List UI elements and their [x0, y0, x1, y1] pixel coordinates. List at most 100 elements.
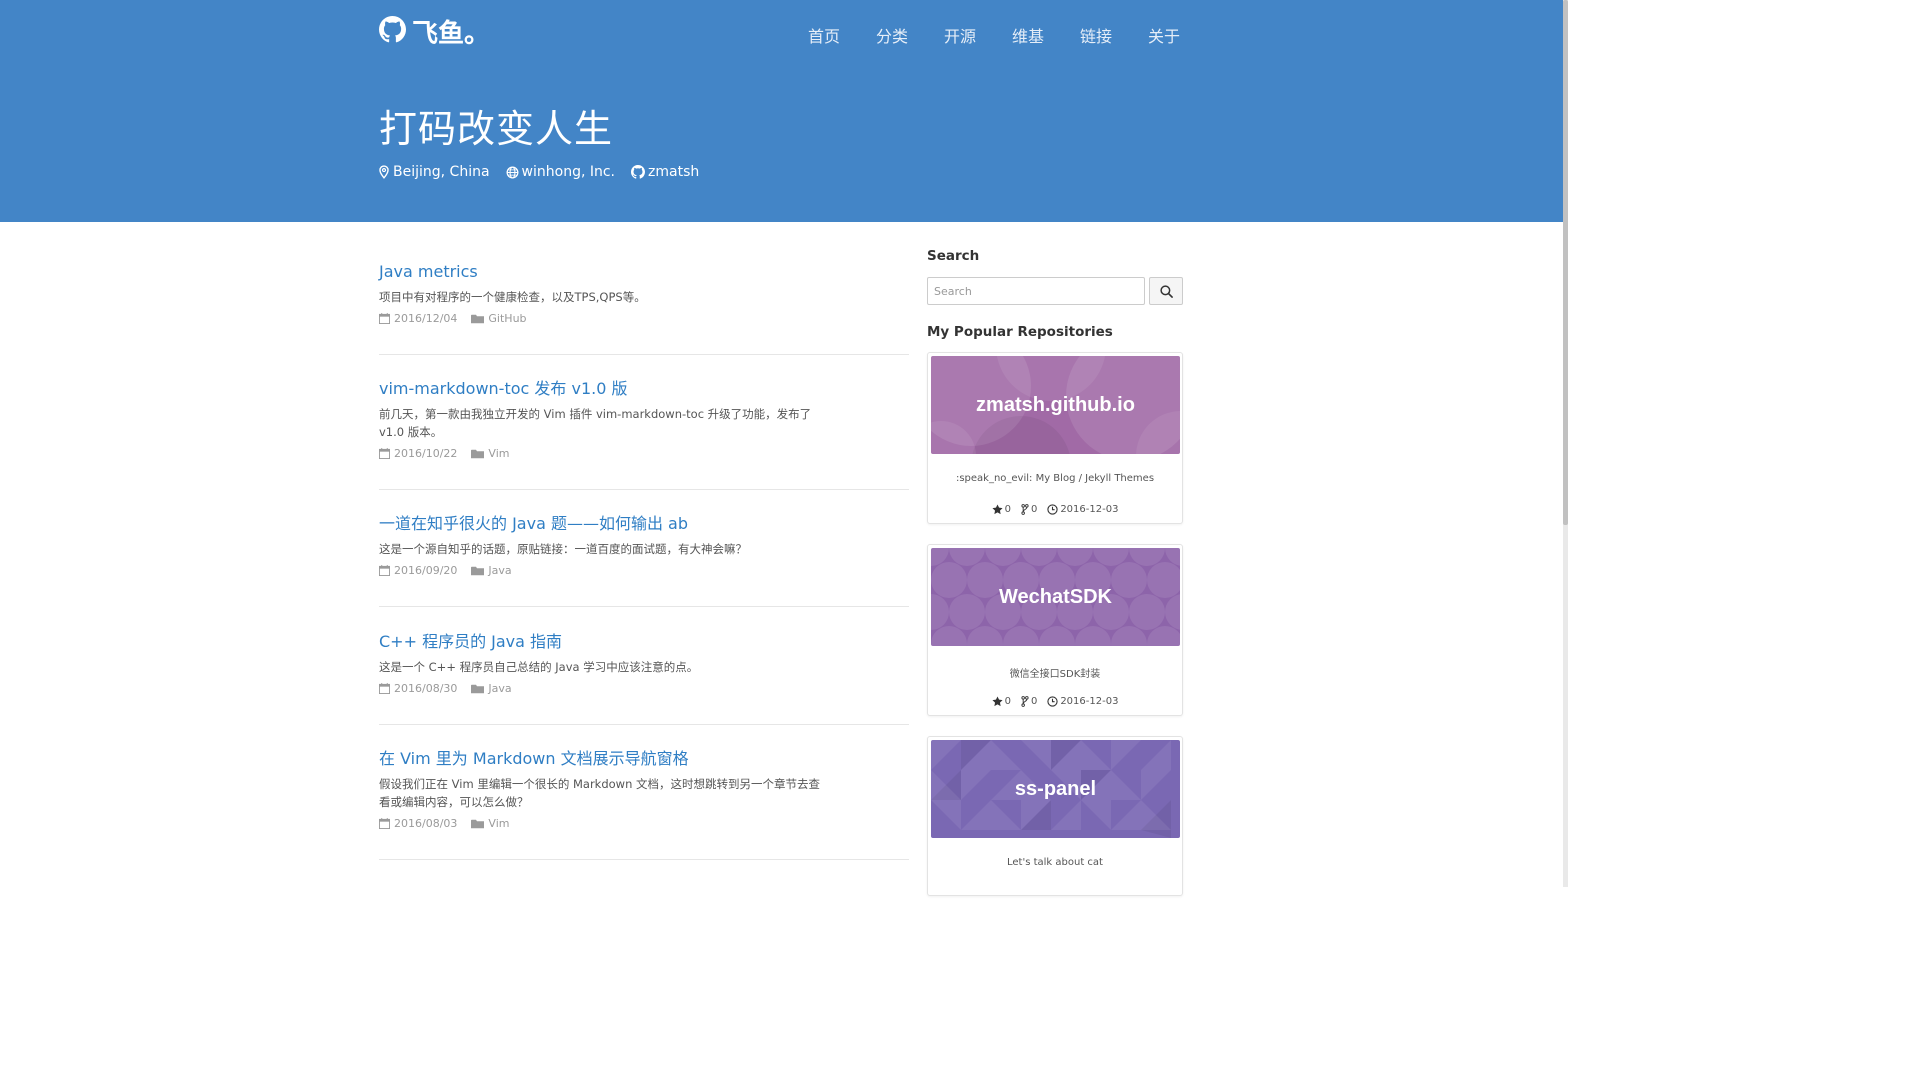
post-excerpt: 前几天，第一款由我独立开发的 Vim 插件 vim-markdown-toc 升…	[379, 407, 812, 439]
post-meta: 2016/10/22 Vim	[379, 447, 909, 460]
post-date: 2016/09/20	[379, 564, 457, 577]
repo-description: 微信全接口SDK封装	[1009, 669, 1101, 680]
repo-banner: ss-panel	[931, 740, 1180, 838]
brand-name: 飞鱼。	[412, 19, 491, 49]
post-date: 2016/12/04	[379, 312, 457, 325]
nav-links[interactable]: 链接	[1062, 23, 1130, 47]
post-date-text: 2016/08/03	[394, 817, 458, 830]
repo-card[interactable]: zmatsh.github.io :speak_no_evil: My Blog…	[927, 352, 1183, 524]
post-meta: 2016/08/30 Java	[379, 682, 909, 695]
github-profile-link[interactable]: zmatsh	[631, 164, 699, 180]
repo-name: ss-panel	[1014, 777, 1097, 800]
post-excerpt: 这是一个源自知乎的话题，原贴链接：一道百度的面试题，有大神会嘛？	[379, 542, 747, 556]
repo-banner: zmatsh.github.io	[931, 356, 1180, 454]
post-category-text: Java	[488, 564, 512, 577]
fork-icon	[1021, 504, 1029, 515]
post-title-link[interactable]: Java metrics	[379, 262, 909, 282]
post-title-link[interactable]: 在 Vim 里为 Markdown 文档展示导航窗格	[379, 749, 909, 769]
profile-meta: Beijing, China winhong, Inc. zmatsh	[378, 164, 715, 180]
post-category-text: GitHub	[488, 312, 527, 325]
post-date: 2016/08/30	[379, 682, 457, 695]
post-date: 2016/08/03	[379, 817, 457, 830]
github-octocat-icon	[379, 16, 406, 47]
page-scrollbar[interactable]	[1563, 0, 1568, 887]
repo-description: :speak_no_evil: My Blog / Jekyll Themes	[955, 473, 1155, 484]
fork-icon	[1021, 696, 1029, 707]
repo-description: Let's talk about cat	[1007, 857, 1103, 868]
search-form	[927, 277, 1183, 305]
search-button[interactable]	[1149, 277, 1183, 305]
brand-logo-link[interactable]: 飞鱼。	[379, 13, 490, 50]
scrollbar-thumb[interactable]	[1563, 0, 1568, 525]
page-title: 打码改变人生	[379, 107, 614, 151]
folder-icon	[471, 314, 485, 323]
post-date-text: 2016/08/30	[394, 682, 458, 695]
nav-categories[interactable]: 分类	[858, 23, 926, 47]
post-category-link[interactable]: Java	[471, 682, 512, 695]
repo-name: WechatSDK	[999, 585, 1112, 608]
repo-stats: 0 0 2016-12-03	[928, 504, 1182, 515]
repo-card[interactable]: WechatSDK 微信全接口SDK封装 0 0 2016-12-03	[927, 544, 1183, 716]
nav-home[interactable]: 首页	[790, 23, 858, 47]
repo-card[interactable]: ss-panel Let's talk about cat	[927, 736, 1183, 896]
folder-icon	[471, 819, 485, 828]
company-item: winhong, Inc.	[506, 164, 615, 180]
github-username: zmatsh	[648, 164, 700, 180]
repo-banner: WechatSDK	[931, 548, 1180, 646]
repo-forks: 0	[1021, 504, 1037, 515]
post-title-link[interactable]: C++ 程序员的 Java 指南	[379, 632, 909, 652]
post-category-text: Java	[488, 682, 512, 695]
company-text: winhong, Inc.	[521, 164, 616, 180]
repo-stars: 0	[992, 504, 1011, 515]
post-category-link[interactable]: GitHub	[471, 312, 527, 325]
location-item: Beijing, China	[378, 164, 490, 180]
calendar-icon	[379, 313, 390, 324]
post-category-link[interactable]: Java	[471, 564, 512, 577]
post-category-link[interactable]: Vim	[471, 817, 509, 830]
search-icon	[1159, 284, 1173, 298]
calendar-icon	[379, 565, 390, 576]
site-header: 飞鱼。 首页 分类 开源 维基 链接 关于 打码改变人生 Beijing, Ch…	[0, 0, 1563, 222]
post-category-text: Vim	[488, 817, 510, 830]
calendar-icon	[379, 448, 390, 459]
post-title-link[interactable]: vim-markdown-toc 发布 v1.0 版	[379, 379, 909, 399]
location-text: Beijing, China	[393, 164, 490, 180]
post-meta: 2016/09/20 Java	[379, 564, 909, 577]
post-excerpt: 假设我们正在 Vim 里编辑一个很长的 Markdown 文档，这时想跳转到另一…	[379, 777, 821, 809]
post-excerpt: 项目中有对程序的一个健康检查，以及TPS,QPS等。	[379, 290, 646, 304]
search-input[interactable]	[927, 277, 1145, 305]
globe-icon	[506, 166, 519, 178]
post-date-text: 2016/10/22	[394, 447, 458, 460]
folder-icon	[471, 684, 485, 693]
repo-name: zmatsh.github.io	[976, 393, 1135, 416]
nav-wiki[interactable]: 维基	[994, 23, 1062, 47]
post-meta: 2016/08/03 Vim	[379, 817, 909, 830]
post-item: C++ 程序员的 Java 指南 这是一个 C++ 程序员自己总结的 Java …	[379, 632, 909, 725]
repos-heading: My Popular Repositories	[927, 324, 1113, 340]
repo-stars: 0	[992, 696, 1011, 707]
post-title-link[interactable]: 一道在知乎很火的 Java 题——如何输出 ab	[379, 514, 909, 534]
post-item: 一道在知乎很火的 Java 题——如何输出 ab 这是一个源自知乎的话题，原贴链…	[379, 514, 909, 607]
clock-icon	[1047, 504, 1058, 515]
search-heading: Search	[927, 248, 980, 264]
post-category-link[interactable]: Vim	[471, 447, 509, 460]
folder-icon	[471, 449, 485, 458]
repo-updated: 2016-12-03	[1047, 504, 1118, 515]
github-icon	[631, 165, 646, 179]
sidebar: Search My Popular Repositories zmatsh.gi…	[927, 248, 1183, 896]
post-excerpt: 这是一个 C++ 程序员自己总结的 Java 学习中应该注意的点。	[379, 660, 699, 674]
post-item: 在 Vim 里为 Markdown 文档展示导航窗格 假设我们正在 Vim 里编…	[379, 749, 909, 860]
clock-icon	[1047, 696, 1058, 707]
post-item: vim-markdown-toc 发布 v1.0 版 前几天，第一款由我独立开发…	[379, 379, 909, 490]
repo-forks: 0	[1021, 696, 1037, 707]
repo-updated: 2016-12-03	[1047, 696, 1118, 707]
post-item: Java metrics 项目中有对程序的一个健康检查，以及TPS,QPS等。 …	[379, 262, 909, 355]
map-pin-icon	[379, 165, 389, 179]
post-date-text: 2016/12/04	[394, 312, 458, 325]
main-nav: 首页 分类 开源 维基 链接 关于	[790, 23, 1198, 47]
star-icon	[992, 696, 1003, 707]
calendar-icon	[379, 683, 390, 694]
nav-open-source[interactable]: 开源	[926, 23, 994, 47]
nav-about[interactable]: 关于	[1130, 23, 1198, 47]
star-icon	[992, 504, 1003, 515]
